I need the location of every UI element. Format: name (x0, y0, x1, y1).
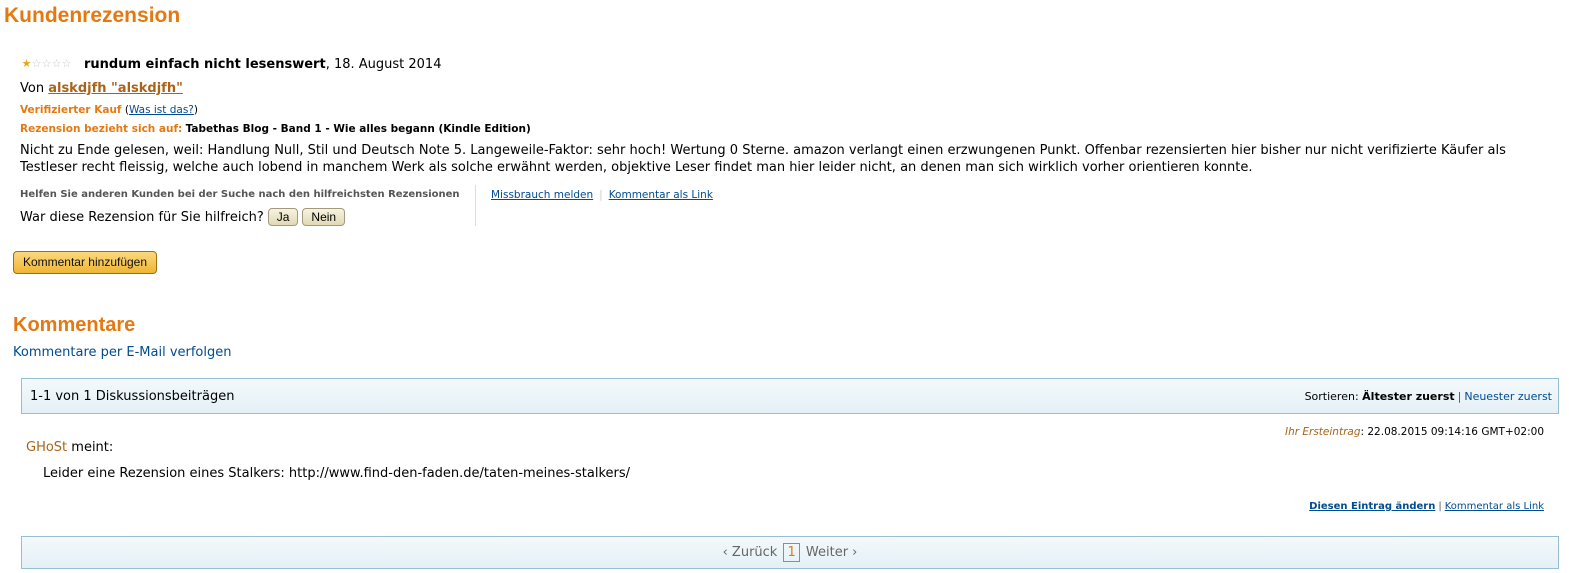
sort-oldest-selected: Ältester zuerst (1362, 390, 1455, 403)
link-separator: | (1438, 501, 1442, 512)
current-page: 1 (783, 543, 800, 562)
paren-close: ) (193, 104, 198, 116)
review-author-line: Von alskdjfh "alskdjfh" (20, 81, 183, 96)
author-link[interactable]: alskdjfh "alskdjfh" (48, 81, 183, 96)
vote-no-button[interactable]: Nein (302, 208, 346, 226)
sort-options: Sortieren: Ältester zuerst | Neuester zuer… (1305, 390, 1552, 403)
review-body: Nicht zu Ende gelesen, weil: Handlung Nu… (20, 143, 1506, 175)
vertical-divider (475, 185, 476, 226)
comment-action-links: Diesen Eintrag ändern | Kommentar als Link (1309, 501, 1544, 512)
by-prefix: Von (20, 81, 49, 96)
link-separator: | (599, 189, 603, 201)
prev-page[interactable]: ‹ Zurück (723, 545, 778, 560)
review-action-links: Missbrauch melden | Kommentar als Link (491, 189, 713, 201)
add-comment-button[interactable]: Kommentar hinzufügen (13, 251, 157, 274)
discussion-count: 1-1 von 1 Diskussionsbeiträgen (30, 389, 235, 404)
commenter-line: GHoSt meint: (26, 440, 113, 455)
first-entry-label: Ihr Ersteintrag (1284, 426, 1361, 438)
star-empty-icon: ☆ (41, 57, 52, 70)
says-label: meint: (67, 440, 114, 455)
review-header: rundum einfach nicht lesenswert, 18. Aug… (84, 57, 441, 72)
product-name: Tabethas Blog - Band 1 - Wie alles began… (185, 123, 531, 135)
what-is-this-link[interactable]: Was ist das? (129, 104, 194, 116)
star-empty-icon: ☆ (31, 57, 42, 70)
review-date: , 18. August 2014 (325, 57, 442, 72)
comment-permalink[interactable]: Kommentar als Link (609, 189, 713, 201)
review-title: rundum einfach nicht lesenswert (84, 57, 326, 72)
discussion-count-bar: 1-1 von 1 Diskussionsbeiträgen Sortieren… (21, 378, 1559, 414)
sort-label: Sortieren: (1304, 390, 1359, 403)
star-filled-icon: ★ (21, 57, 32, 70)
helpful-label: Helfen Sie anderen Kunden bei der Suche … (20, 189, 460, 200)
report-abuse-link[interactable]: Missbrauch melden (491, 189, 593, 201)
timestamp: : 22.08.2015 09:14:16 GMT+02:00 (1360, 426, 1545, 438)
page-title: Kundenrezension (4, 4, 181, 27)
sort-newest-link[interactable]: Neuester zuerst (1464, 390, 1552, 403)
sort-separator: | (1457, 390, 1462, 403)
follow-comments-link[interactable]: Kommentare per E-Mail verfolgen (13, 345, 232, 360)
next-page[interactable]: Weiter › (806, 545, 857, 560)
verified-purchase: Verifizierter Kauf (Was ist das?) (20, 104, 198, 116)
comment-timestamp: Ihr Ersteintrag: 22.08.2015 09:14:16 GMT… (1285, 426, 1544, 438)
helpful-vote-line: War diese Rezension für Sie hilfreich? J… (20, 208, 346, 226)
review-product-reference: Rezension bezieht sich auf: Tabethas Blo… (20, 123, 531, 135)
commenter-link[interactable]: GHoSt (26, 440, 67, 455)
pagination-bar: ‹ Zurück 1 Weiter › (21, 536, 1559, 569)
comments-title: Kommentare (13, 314, 136, 336)
comment-body: Leider eine Rezension eines Stalkers: ht… (43, 466, 630, 481)
helpful-question: War diese Rezension für Sie hilfreich? (20, 209, 264, 225)
verified-label: Verifizierter Kauf (20, 104, 122, 116)
pager: ‹ Zurück 1 Weiter › (22, 543, 1558, 562)
vote-yes-button[interactable]: Ja (267, 208, 299, 226)
star-empty-icon: ☆ (51, 57, 62, 70)
star-rating: ★ ☆ ☆ ☆ ☆ (21, 57, 72, 70)
refers-label: Rezension bezieht sich auf: (20, 123, 183, 135)
comment-entry-permalink[interactable]: Kommentar als Link (1445, 501, 1544, 512)
star-empty-icon: ☆ (61, 57, 72, 70)
edit-entry-link[interactable]: Diesen Eintrag ändern (1309, 501, 1435, 512)
